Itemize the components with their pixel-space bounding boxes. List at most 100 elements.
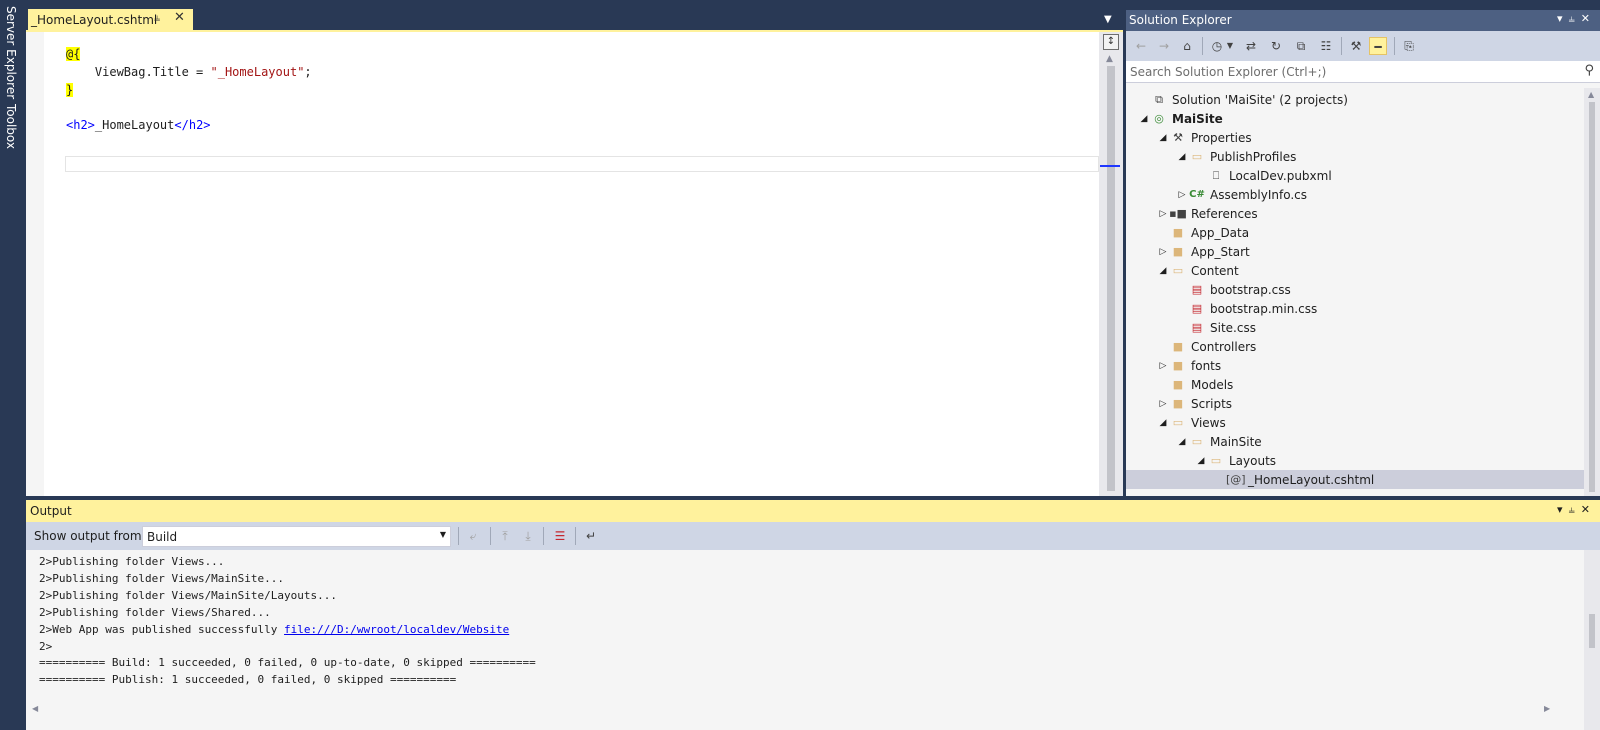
search-input[interactable] [1126, 61, 1566, 82]
tree-item[interactable]: ■ Models [1126, 375, 1584, 394]
solution-explorer-search: ⚲ [1126, 61, 1600, 83]
tree-item[interactable]: ▤ Site.css [1126, 318, 1584, 337]
find-message-in-code-icon[interactable]: ⤶ [464, 527, 482, 545]
tree-item-label: MainSite [1210, 434, 1262, 449]
csharp-icon: C# [1189, 189, 1205, 200]
expanded-arrow-icon[interactable]: ◢ [1195, 456, 1207, 466]
collapsed-arrow-icon[interactable]: ▷ [1176, 190, 1188, 200]
show-all-files-icon[interactable]: ☷ [1317, 37, 1335, 55]
scrollbar-thumb[interactable] [1589, 102, 1595, 492]
expanded-arrow-icon[interactable]: ◢ [1157, 266, 1169, 276]
solution-explorer-titlebar[interactable]: Solution Explorer ▾⫨✕ [1126, 10, 1600, 31]
tree-item[interactable]: ◢ ▭ Layouts [1126, 451, 1584, 470]
toolbar-separator [458, 527, 459, 545]
tree-item[interactable]: ⧉ Solution 'MaiSite' (2 projects) [1126, 90, 1584, 109]
pending-changes-filter-icon[interactable]: ◷ [1208, 37, 1226, 55]
server-explorer-tab[interactable]: Server Explorer [4, 6, 18, 99]
close-icon[interactable]: ✕ [174, 10, 185, 25]
tree-item[interactable]: ⎕ LocalDev.pubxml [1126, 166, 1584, 185]
output-titlebar[interactable]: Output ▾⫨✕ [26, 500, 1600, 522]
tree-item[interactable]: ◢ ▭ Views [1126, 413, 1584, 432]
output-text-area[interactable]: 2>Publishing folder Views... 2>Publishing… [26, 550, 1584, 730]
collapsed-arrow-icon[interactable]: ▷ [1157, 209, 1169, 219]
scrollbar-thumb[interactable] [1107, 66, 1115, 491]
scroll-right-arrow-icon[interactable]: ▶ [1544, 704, 1550, 713]
expanded-arrow-icon[interactable]: ◢ [1157, 418, 1169, 428]
output-vertical-scrollbar[interactable] [1584, 550, 1600, 730]
solution-explorer-scrollbar[interactable]: ▲ [1584, 88, 1600, 496]
view-code-icon[interactable]: ⎘ [1400, 37, 1418, 55]
tree-item[interactable]: ▷ ■ Scripts [1126, 394, 1584, 413]
toolbar-separator [575, 527, 576, 545]
tree-item[interactable]: ■ App_Data [1126, 223, 1584, 242]
folder-open-icon: ▭ [1210, 454, 1222, 467]
tree-item[interactable]: ▷ ■ App_Start [1126, 242, 1584, 261]
pin-icon[interactable]: ⫨ [154, 11, 160, 25]
document-tab[interactable]: _HomeLayout.cshtml ⫨ ✕ [28, 9, 193, 30]
output-line-text: 2>Publishing folder Views... [39, 555, 225, 568]
code-line-5: <h2>_HomeLayout</h2> [66, 118, 211, 132]
output-line: 2>Publishing folder Views/Shared... [39, 606, 271, 619]
expanded-arrow-icon[interactable]: ◢ [1138, 114, 1150, 124]
collapsed-arrow-icon[interactable]: ▷ [1157, 399, 1169, 409]
tree-item[interactable]: ◢ ▭ PublishProfiles [1126, 147, 1584, 166]
tree-item[interactable]: ◢ ⚒ Properties [1126, 128, 1584, 147]
home-icon[interactable]: ⌂ [1178, 37, 1196, 55]
split-window-icon[interactable]: ↕ [1103, 34, 1119, 50]
chevron-down-icon: ▼ [439, 530, 446, 539]
tree-item-label: LocalDev.pubxml [1229, 168, 1332, 183]
folder-icon: ■ [1172, 359, 1184, 372]
refresh-icon[interactable]: ↻ [1267, 37, 1285, 55]
show-output-from-label: Show output from: [34, 529, 146, 543]
css-file-icon: ▤ [1191, 302, 1203, 315]
forward-icon[interactable]: → [1155, 37, 1173, 55]
tree-item-label: MaiSite [1172, 111, 1223, 126]
preview-selected-items-icon[interactable]: ━ [1369, 37, 1387, 55]
code-editor[interactable]: @{ ViewBag.Title = "_HomeLayout"; } <h2>… [26, 30, 1123, 496]
tree-item[interactable]: ▷ ■ fonts [1126, 356, 1584, 375]
previous-message-icon[interactable]: ⤒ [496, 527, 514, 545]
scroll-up-arrow-icon[interactable]: ▲ [1588, 90, 1594, 99]
tree-item-label: Views [1191, 415, 1226, 430]
collapsed-arrow-icon[interactable]: ▷ [1157, 361, 1169, 371]
panel-window-controls[interactable]: ▾⫨✕ [1557, 12, 1596, 26]
output-line-text: 2>Publishing folder Views/MainSite/Layou… [39, 589, 338, 602]
tree-item[interactable]: ■ Controllers [1126, 337, 1584, 356]
tree-item[interactable]: ◢ ▭ MainSite [1126, 432, 1584, 451]
collapsed-arrow-icon[interactable]: ▷ [1157, 247, 1169, 257]
properties-wrench-icon[interactable]: ⚒ [1347, 37, 1365, 55]
left-tool-strip: Server Explorer Toolbox [0, 0, 26, 730]
tree-item[interactable]: ▷ C# AssemblyInfo.cs [1126, 185, 1584, 204]
toolbar-separator [490, 527, 491, 545]
publish-location-link[interactable]: file:///D:/wwroot/localdev/Website [284, 623, 509, 636]
clear-all-icon[interactable]: ☰ [551, 527, 569, 545]
tree-item[interactable]: ▤ bootstrap.min.css [1126, 299, 1584, 318]
back-icon[interactable]: ← [1132, 37, 1150, 55]
tree-item[interactable]: ▤ bootstrap.css [1126, 280, 1584, 299]
tree-item-label: bootstrap.min.css [1210, 301, 1318, 316]
output-source-value: Build [147, 530, 178, 544]
output-source-select[interactable]: Build ▼ [142, 526, 451, 547]
search-icon[interactable]: ⚲ [1584, 63, 1594, 78]
scrollbar-thumb[interactable] [1589, 614, 1595, 648]
panel-window-controls[interactable]: ▾⫨✕ [1557, 503, 1596, 517]
next-message-icon[interactable]: ⤓ [519, 527, 537, 545]
expanded-arrow-icon[interactable]: ◢ [1176, 152, 1188, 162]
expanded-arrow-icon[interactable]: ◢ [1176, 437, 1188, 447]
scroll-left-arrow-icon[interactable]: ◀ [32, 704, 38, 713]
filter-dropdown-icon[interactable]: ▼ [1225, 37, 1235, 55]
toolbox-tab[interactable]: Toolbox [4, 104, 18, 149]
output-line-text: ========== Build: 1 succeeded, 0 failed,… [39, 656, 536, 669]
collapse-all-icon[interactable]: ⧉ [1292, 37, 1310, 55]
toggle-word-wrap-icon[interactable]: ↵ [582, 527, 600, 545]
tree-item[interactable]: ▷ ▪■ References [1126, 204, 1584, 223]
editor-vertical-scrollbar[interactable]: ↕ ▲ [1099, 32, 1123, 496]
tree-item[interactable]: ◢ ▭ Content [1126, 261, 1584, 280]
tree-item[interactable]: ◢ ◎ MaiSite [1126, 109, 1584, 128]
expanded-arrow-icon[interactable]: ◢ [1157, 133, 1169, 143]
folder-icon: ■ [1172, 226, 1184, 239]
tab-list-dropdown-icon[interactable]: ▼ [1104, 14, 1112, 25]
tree-item[interactable]: [@] _HomeLayout.cshtml [1126, 470, 1584, 489]
sync-with-document-icon[interactable]: ⇄ [1242, 37, 1260, 55]
scroll-up-arrow-icon[interactable]: ▲ [1106, 54, 1113, 64]
